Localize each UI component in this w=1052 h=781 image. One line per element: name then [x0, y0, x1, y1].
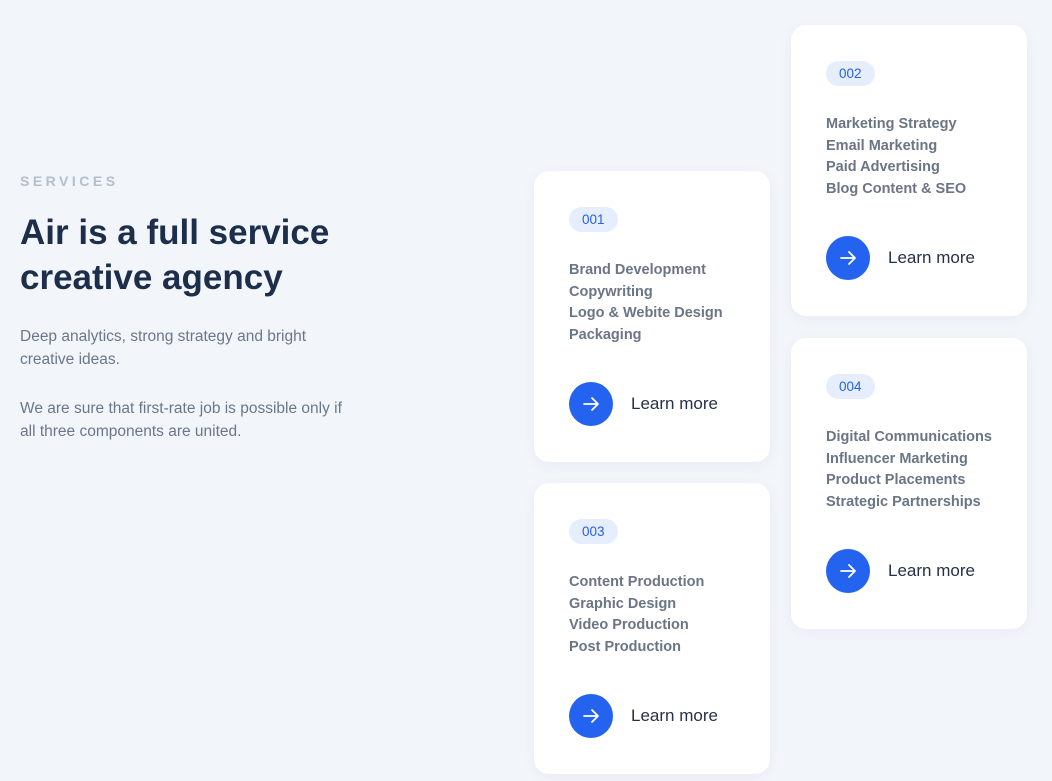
service-item: Blog Content & SEO	[826, 180, 967, 197]
arrow-right-button[interactable]	[826, 236, 870, 280]
intro-paragraph-1: Deep analytics, strong strategy and brig…	[20, 328, 307, 368]
service-item: Strategic Partnerships	[826, 493, 981, 510]
arrow-right-button[interactable]	[826, 549, 870, 593]
learn-more-label[interactable]: Learn more	[888, 561, 975, 581]
service-item: Post Production	[569, 638, 681, 655]
learn-more-link[interactable]: Learn more	[569, 694, 718, 738]
service-list: Brand Development Copywriting Logo & Web…	[569, 260, 723, 346]
service-item: Packaging	[569, 326, 642, 343]
arrow-right-icon	[583, 397, 599, 411]
service-item: Influencer Marketing	[826, 450, 968, 467]
headline-line-2: creative agency	[20, 258, 283, 297]
arrow-right-button[interactable]	[569, 694, 613, 738]
service-item: Video Production	[569, 617, 689, 633]
service-item: Paid Advertising	[826, 159, 940, 175]
learn-more-link[interactable]: Learn more	[826, 549, 975, 593]
service-item: Marketing Strategy	[826, 116, 957, 132]
arrow-right-icon	[840, 251, 856, 265]
service-number-badge: 004	[826, 374, 875, 399]
headline-line-1: Air is a full service	[20, 213, 330, 252]
service-item: Brand Development	[569, 262, 706, 278]
arrow-right-button[interactable]	[569, 382, 613, 426]
service-item: Content Production	[569, 574, 705, 590]
learn-more-label[interactable]: Learn more	[631, 394, 718, 414]
learn-more-link[interactable]: Learn more	[569, 382, 718, 426]
service-item: Logo & Webite Design	[569, 305, 723, 321]
service-list: Content Production Graphic Design Video …	[569, 572, 704, 658]
learn-more-link[interactable]: Learn more	[826, 236, 975, 280]
learn-more-label[interactable]: Learn more	[888, 248, 975, 268]
section-headline: Air is a full service creative agency	[20, 210, 350, 300]
service-number-badge: 002	[826, 61, 875, 86]
arrow-right-icon	[583, 709, 599, 723]
service-card-004: 004 Digital Communications Influencer Ma…	[791, 338, 1027, 629]
service-card-002: 002 Marketing Strategy Email Marketing P…	[791, 25, 1027, 316]
services-intro: SERVICES Air is a full service creative …	[20, 173, 350, 443]
service-item: Email Marketing	[826, 137, 938, 154]
service-number-badge: 003	[569, 519, 618, 544]
service-item: Product Placements	[826, 472, 966, 488]
service-number-badge: 001	[569, 207, 618, 232]
service-item: Graphic Design	[569, 595, 677, 612]
learn-more-label[interactable]: Learn more	[631, 706, 718, 726]
arrow-right-icon	[840, 564, 856, 578]
service-list: Marketing Strategy Email Marketing Paid …	[826, 114, 966, 200]
service-card-003: 003 Content Production Graphic Design Vi…	[534, 483, 770, 774]
section-eyebrow: SERVICES	[20, 173, 119, 189]
service-card-001: 001 Brand Development Copywriting Logo &…	[534, 171, 770, 462]
service-list: Digital Communications Influencer Market…	[826, 427, 992, 513]
intro-paragraph-2: We are sure that first-rate job is possi…	[20, 400, 342, 440]
service-item: Digital Communications	[826, 429, 992, 445]
service-item: Copywriting	[569, 283, 653, 300]
